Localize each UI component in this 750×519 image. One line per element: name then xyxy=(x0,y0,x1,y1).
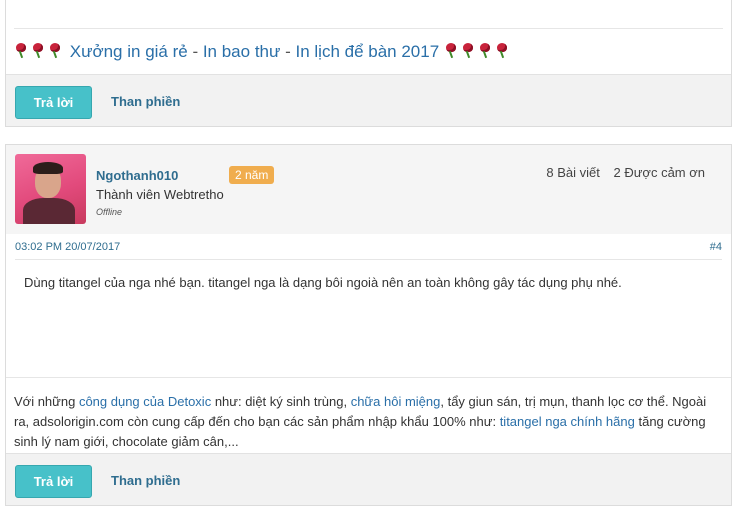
signature-text-part: như: diệt ký sinh trùng, xyxy=(211,394,351,409)
membership-badge: 2 năm xyxy=(229,166,275,184)
signature-link-xuong-in[interactable]: Xưởng in giá rẻ xyxy=(70,42,188,61)
rose-icon xyxy=(461,43,476,58)
avatar-shirt xyxy=(23,198,75,224)
post-actions-bar: Trả lời Than phiền xyxy=(6,453,731,505)
post-number-link[interactable]: #4 xyxy=(710,241,722,253)
report-link[interactable]: Than phiền xyxy=(111,94,180,109)
post-meta: 03:02 PM 20/07/2017 #4 xyxy=(15,241,722,257)
link-separator: - xyxy=(187,42,203,61)
avatar-hair xyxy=(33,162,63,174)
rose-icon xyxy=(14,43,29,58)
thanks-count: 2 Được cảm ơn xyxy=(613,165,706,180)
rose-icon xyxy=(48,43,63,58)
post-card: Ngothanh010 2 năm Thành viên Webtretho O… xyxy=(5,144,732,506)
signature-link-titangel[interactable]: titangel nga chính hãng xyxy=(500,414,635,429)
post-signature: Với những công dụng của Detoxic như: diệ… xyxy=(6,377,731,455)
post-content: Dùng titangel của nga nhé bạn. titangel … xyxy=(24,275,622,290)
post-card-previous: Xưởng in giá rẻ - In bao thư - In lịch đ… xyxy=(5,0,732,127)
post-actions-bar: Trả lời Than phiền xyxy=(6,74,731,126)
avatar[interactable] xyxy=(15,154,86,224)
report-link[interactable]: Than phiền xyxy=(111,473,180,488)
link-separator: - xyxy=(280,42,296,61)
user-stats: 8 Bài viết 2 Được cảm ơn xyxy=(546,165,705,180)
rose-icon xyxy=(495,43,510,58)
online-status: Offline xyxy=(96,207,123,217)
reply-button[interactable]: Trả lời xyxy=(15,465,92,498)
post-header: Ngothanh010 2 năm Thành viên Webtretho O… xyxy=(6,145,731,234)
signature-divider xyxy=(14,28,723,29)
meta-divider xyxy=(15,259,722,260)
signature-text-part: Với những xyxy=(14,394,79,409)
user-title: Thành viên Webtretho xyxy=(96,187,224,202)
signature-link-hoi-mieng[interactable]: chữa hôi miệng xyxy=(351,394,441,409)
rose-icon xyxy=(478,43,493,58)
signature-link-detoxic[interactable]: công dụng của Detoxic xyxy=(79,394,211,409)
rose-icon xyxy=(31,43,46,58)
post-count: 8 Bài viết xyxy=(546,165,600,180)
rose-icon xyxy=(444,43,459,58)
reply-button[interactable]: Trả lời xyxy=(15,86,92,119)
post-timestamp: 03:02 PM 20/07/2017 xyxy=(15,241,121,253)
username-link[interactable]: Ngothanh010 xyxy=(96,168,178,183)
signature-text: Với những công dụng của Detoxic như: diệ… xyxy=(14,392,719,452)
previous-signature: Xưởng in giá rẻ - In bao thư - In lịch đ… xyxy=(14,42,512,62)
signature-link-in-lich[interactable]: In lịch để bàn 2017 xyxy=(295,42,439,61)
signature-link-in-bao-thu[interactable]: In bao thư xyxy=(203,42,281,61)
